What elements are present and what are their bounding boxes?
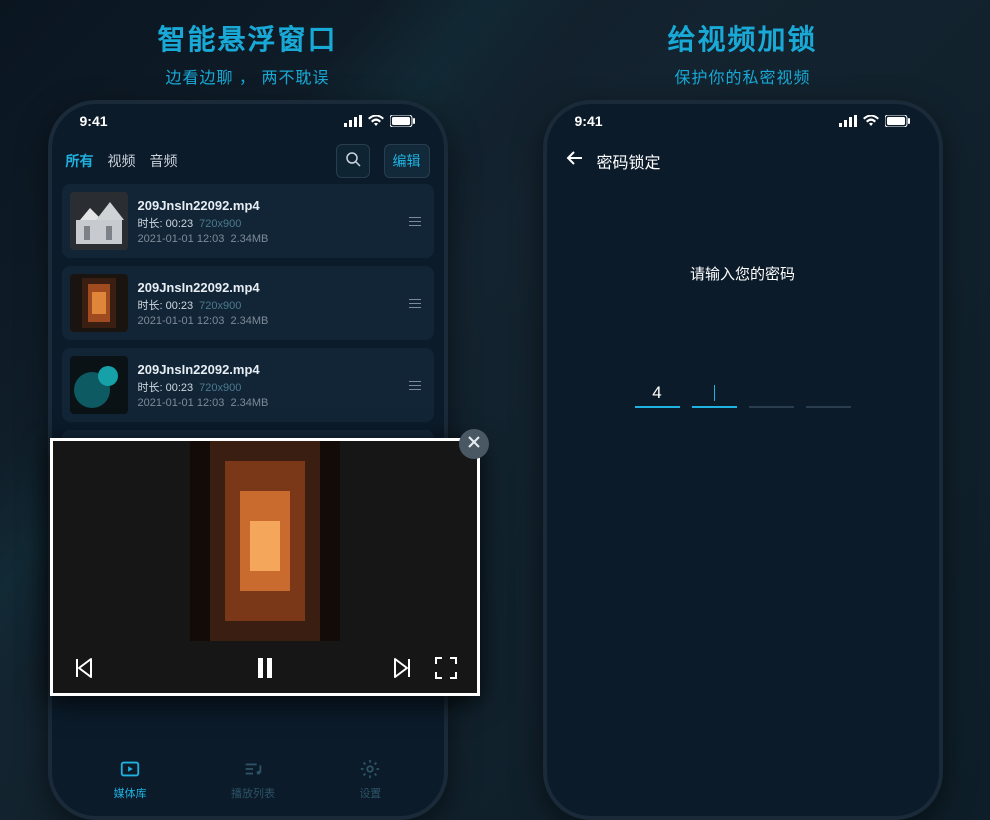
file-name: 209JnsIn22092.mp4 [138,280,394,295]
battery-icon [885,115,911,127]
list-item[interactable]: 209JnsIn22092.mp4 时长: 00:23720x900 2021-… [62,184,434,258]
lock-header: 密码锁定 [547,138,939,183]
back-button[interactable] [565,148,585,173]
player-video-frame [53,441,477,641]
battery-icon [390,115,416,127]
wifi-icon [368,115,384,127]
status-time: 9:41 [80,113,108,129]
pause-button[interactable] [250,653,280,683]
more-icon[interactable] [404,217,426,226]
tab-audio[interactable]: 音频 [150,151,178,171]
pin-digit-1[interactable]: 4 [635,380,680,408]
search-button[interactable] [336,144,370,178]
search-icon [345,151,361,172]
close-button[interactable] [459,429,489,459]
lock-title: 密码锁定 [597,149,661,173]
tab-video[interactable]: 视频 [108,151,136,171]
feature-subtitle: 保护你的私密视频 [674,64,810,88]
feature-title: 给视频加锁 [667,18,817,58]
right-panel: 给视频加锁 保护你的私密视频 9:41 密码锁定 [495,0,990,820]
prev-button[interactable] [71,653,101,683]
pin-digit-3[interactable] [749,380,794,408]
list-item[interactable]: 209JnsIn22092.mp4 时长: 00:23720x900 2021-… [62,348,434,422]
wifi-icon [863,115,879,127]
close-icon [467,435,481,454]
more-icon[interactable] [404,299,426,308]
library-icon [119,758,141,783]
edit-button[interactable]: 编辑 [384,144,430,178]
tab-library[interactable]: 媒体库 [114,758,147,801]
tab-playlist[interactable]: 播放列表 [231,758,275,801]
left-panel: 智能悬浮窗口 边看边聊 ， 两不耽误 9:41 所有 视频 音频 [0,0,495,820]
phone-frame-right: 9:41 密码锁定 请输入您的密码 4 [543,100,943,820]
gear-icon [359,758,381,783]
pin-digit-4[interactable] [806,380,851,408]
playlist-icon [242,758,264,783]
file-name: 209JnsIn22092.mp4 [138,198,394,213]
tab-all[interactable]: 所有 [66,151,94,171]
signal-icon [839,115,857,127]
signal-icon [344,115,362,127]
fullscreen-button[interactable] [433,655,459,681]
video-thumbnail [70,356,128,414]
player-controls [53,641,477,695]
pin-digit-2[interactable] [692,380,737,408]
lock-prompt: 请输入您的密码 [690,263,795,284]
next-button[interactable] [385,653,415,683]
list-item[interactable]: 209JnsIn22092.mp4 时长: 00:23720x900 2021-… [62,266,434,340]
file-name: 209JnsIn22092.mp4 [138,362,394,377]
video-thumbnail [70,192,128,250]
more-icon[interactable] [404,381,426,390]
status-time: 9:41 [575,113,603,129]
status-bar: 9:41 [547,104,939,138]
top-tab-bar: 所有 视频 音频 编辑 [52,138,444,184]
floating-player[interactable] [50,438,480,696]
lock-body: 请输入您的密码 4 [547,183,939,816]
video-thumbnail [70,274,128,332]
pin-input[interactable]: 4 [635,380,851,408]
feature-title: 智能悬浮窗口 [157,18,337,58]
bottom-tab-bar: 媒体库 播放列表 设置 [52,752,444,816]
feature-subtitle: 边看边聊 ， 两不耽误 [166,64,330,88]
tab-settings[interactable]: 设置 [359,758,381,801]
status-bar: 9:41 [52,104,444,138]
